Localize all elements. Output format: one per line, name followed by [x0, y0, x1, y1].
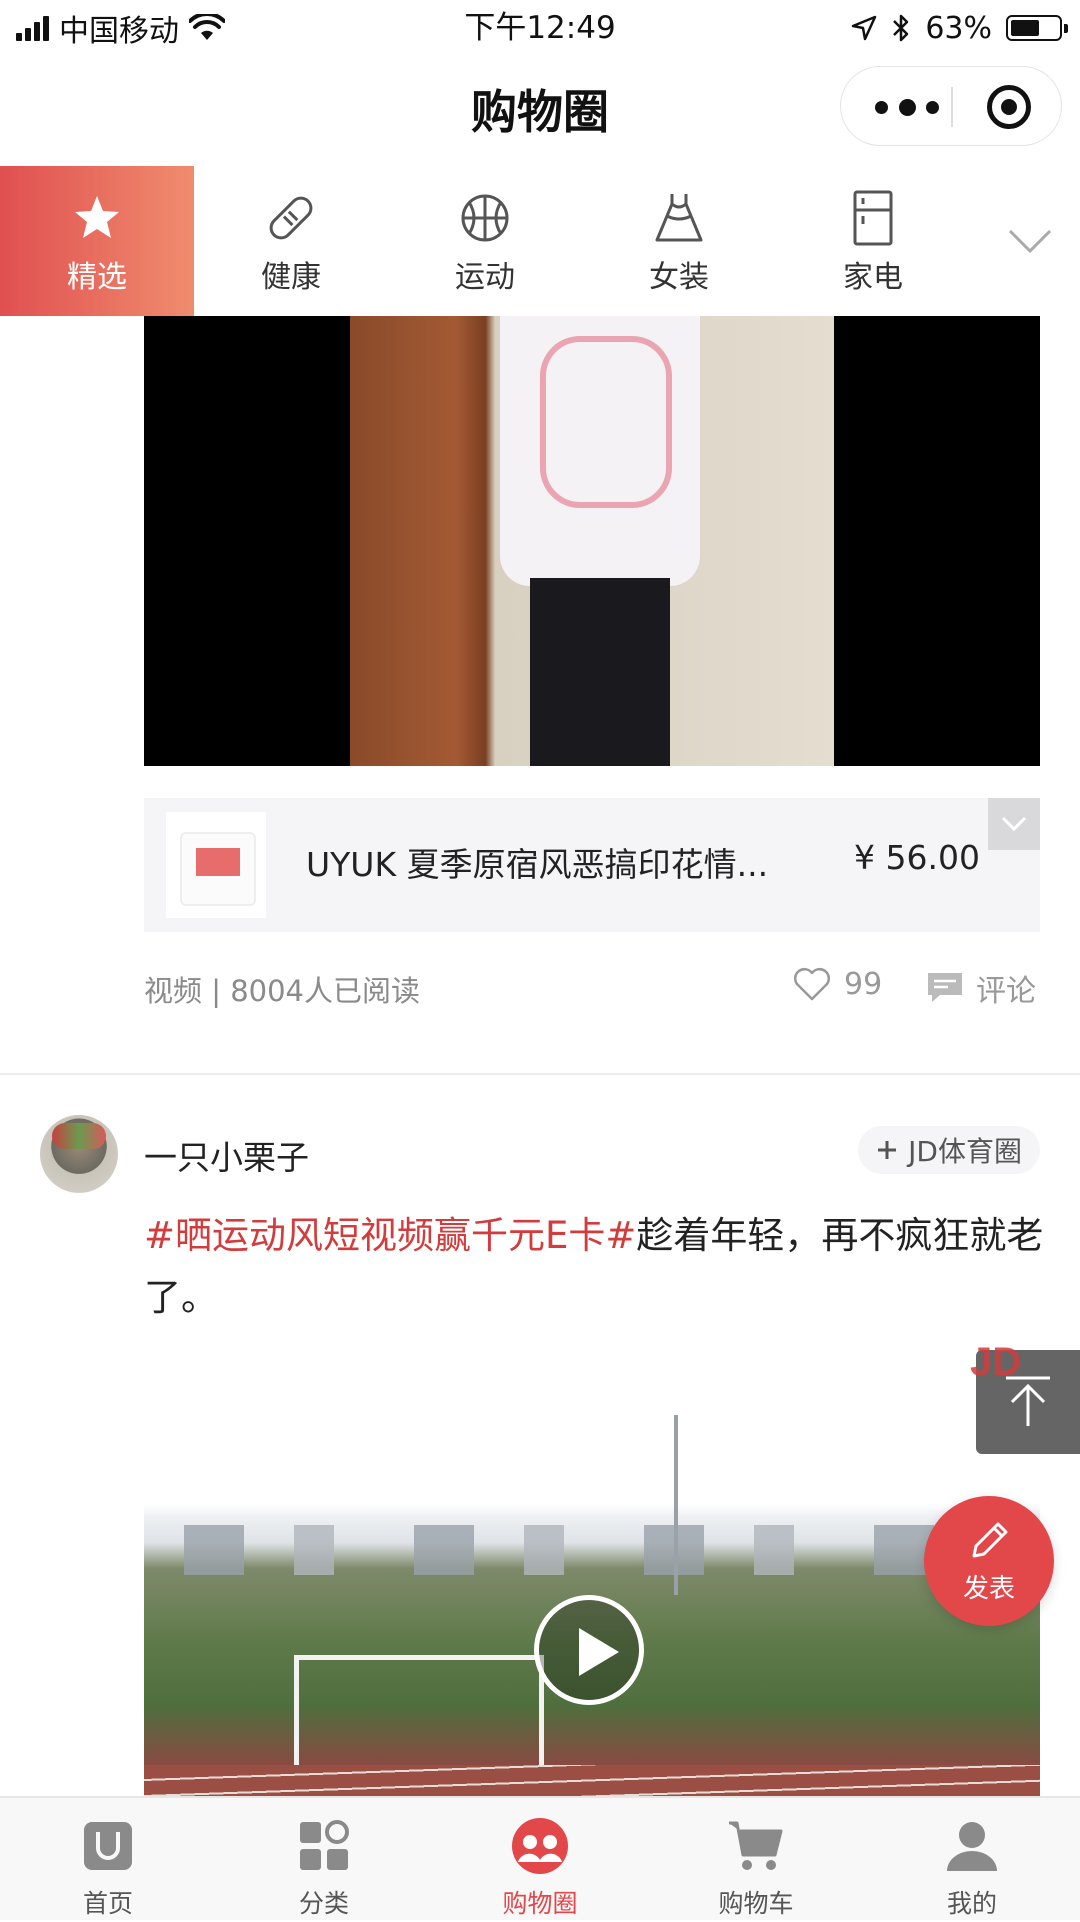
tabbar-label: 分类: [298, 1889, 349, 1918]
tabbar-label: 购物车: [718, 1889, 794, 1918]
tab-label: 健康: [261, 260, 321, 295]
tabbar-label: 首页: [82, 1889, 133, 1918]
like-button[interactable]: 99: [792, 966, 882, 1002]
comment-icon: [928, 973, 962, 1002]
tab-appliances[interactable]: 家电: [776, 166, 970, 316]
product-card[interactable]: UYUK 夏季原宿风恶搞印花情... ¥ 56.00: [144, 798, 1040, 932]
chevron-down-icon: [1008, 229, 1052, 254]
tabbar-category[interactable]: 分类: [216, 1798, 432, 1922]
video-frame: [350, 316, 834, 766]
pill-icon: [263, 190, 319, 246]
publish-label: 发表: [962, 1573, 1015, 1604]
avatar[interactable]: [40, 1115, 118, 1193]
comment-button[interactable]: 评论: [926, 966, 1036, 1010]
mini-program-capsule: [840, 66, 1062, 146]
shopping-circle-icon: [510, 1816, 570, 1876]
product-name: UYUK 夏季原宿风恶搞印花情...: [306, 845, 769, 884]
post-video-player[interactable]: [144, 1405, 1040, 1796]
video-goal: [294, 1655, 544, 1765]
tab-featured[interactable]: 精选: [0, 166, 194, 316]
more-menu-icon[interactable]: [875, 93, 939, 121]
close-mini-program-icon[interactable]: [987, 85, 1031, 129]
chevron-down-icon: [1001, 816, 1027, 832]
capsule-divider: [951, 87, 953, 127]
status-bar: 中国移动 下午12:49 63%: [0, 0, 1080, 54]
username[interactable]: 一只小栗子: [144, 1131, 309, 1179]
basketball-icon: [457, 190, 513, 246]
tab-sports[interactable]: 运动: [388, 166, 582, 316]
status-right: 63%: [851, 8, 1068, 48]
star-icon: [69, 190, 125, 246]
home-icon: [78, 1816, 138, 1876]
arrow-up-icon: [1006, 1376, 1050, 1426]
circle-tag-label: JD体育圈: [908, 1135, 1022, 1168]
tab-health[interactable]: 健康: [194, 166, 388, 316]
tab-label: 家电: [843, 260, 903, 295]
post-text: #晒运动风短视频赢千元E卡#趁着年轻，再不疯狂就老了。: [144, 1205, 1044, 1329]
pencil-icon: [972, 1522, 1008, 1557]
video-track: [144, 1765, 1040, 1796]
location-arrow-icon: [852, 15, 877, 41]
tabbar-home[interactable]: 首页: [0, 1798, 216, 1922]
product-thumbnail: [166, 812, 266, 918]
back-to-top-button[interactable]: JD: [970, 1340, 1080, 1454]
post-meta-row: 视频 | 8004人已阅读 99 评论: [144, 966, 1040, 1010]
comment-label: 评论: [976, 974, 1036, 1009]
heart-icon: [794, 968, 830, 1001]
nav-bar: 购物圈: [0, 54, 1080, 164]
video-legs: [530, 578, 670, 766]
view-count: 视频 | 8004人已阅读: [144, 974, 421, 1008]
tabbar-cart[interactable]: 购物车: [648, 1798, 864, 1922]
tabbar-profile[interactable]: 我的: [864, 1798, 1080, 1922]
video-shirt: [500, 316, 700, 586]
play-button[interactable]: [534, 1595, 644, 1705]
tab-label: 女装: [649, 260, 709, 295]
publish-button[interactable]: 发表: [924, 1496, 1054, 1626]
product-collapse-button[interactable]: [988, 798, 1040, 850]
hashtag-link[interactable]: #晒运动风短视频赢千元E卡#: [144, 1214, 636, 1257]
category-icon: [294, 1816, 354, 1876]
fridge-icon: [845, 190, 901, 246]
category-tabs: 精选 健康 运动 女装 家电: [0, 166, 1080, 316]
feed-post: 一只小栗子 JD体育圈 #晒运动风短视频赢千元E卡#趁着年轻，再不疯狂就老了。: [0, 1075, 1080, 1796]
video-buildings: [184, 1525, 1004, 1575]
battery-icon: [1006, 15, 1068, 41]
tab-label: 精选: [67, 260, 127, 295]
like-count: 99: [844, 966, 883, 1002]
tab-womens-clothing[interactable]: 女装: [582, 166, 776, 316]
expand-categories-button[interactable]: [1002, 214, 1058, 270]
circle-tag-button[interactable]: JD体育圈: [858, 1126, 1040, 1174]
product-price: ¥ 56.00: [854, 838, 980, 877]
dress-icon: [651, 190, 707, 246]
tabbar-label: 我的: [946, 1889, 997, 1918]
bluetooth-icon: [893, 14, 909, 42]
profile-icon: [942, 1816, 1002, 1876]
battery-percent: 63%: [925, 10, 992, 46]
plus-icon: [878, 1141, 897, 1159]
tabbar-shopping-circle[interactable]: 购物圈: [432, 1798, 648, 1922]
post-video-player[interactable]: [144, 316, 1040, 766]
tabbar-label: 购物圈: [502, 1889, 578, 1918]
battery-fill: [1011, 20, 1039, 36]
tab-label: 运动: [455, 260, 515, 295]
feed[interactable]: UYUK 夏季原宿风恶搞印花情... ¥ 56.00 视频 | 8004人已阅读…: [0, 316, 1080, 1796]
cart-icon: [726, 1816, 786, 1876]
bottom-tab-bar: 首页 分类 购物圈 购物车 我的: [0, 1796, 1080, 1920]
